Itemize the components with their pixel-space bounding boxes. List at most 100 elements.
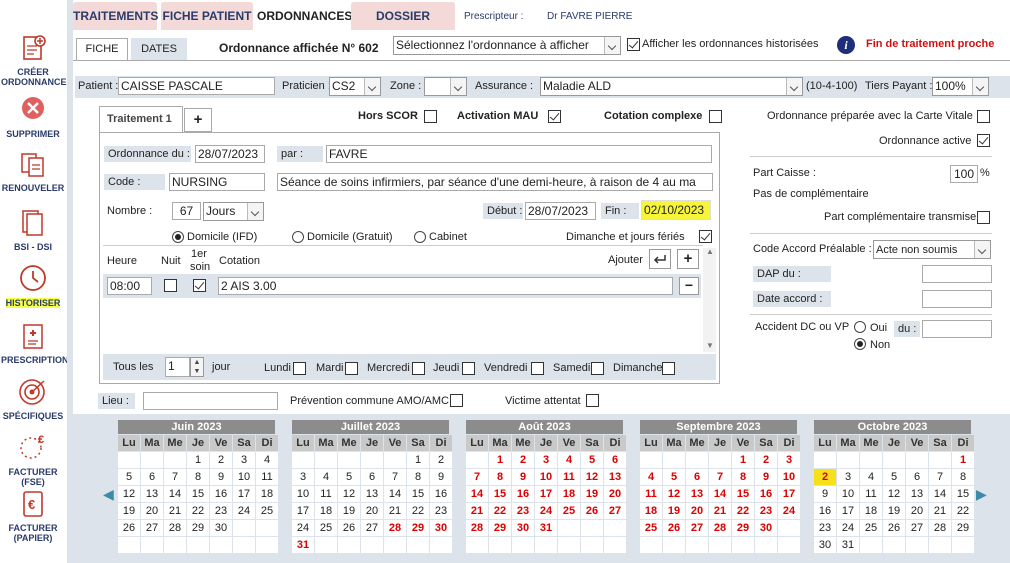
historiser-button[interactable]: HISTORISER	[1, 263, 65, 308]
day-cell[interactable]: 8	[952, 469, 974, 485]
day-cell[interactable]: 10	[292, 486, 314, 502]
day-cell[interactable]: 21	[929, 503, 951, 519]
day-cell[interactable]: 13	[604, 469, 626, 485]
row-heure-field[interactable]: 08:00	[107, 277, 152, 295]
par-field[interactable]: FAVRE	[326, 145, 712, 163]
day-cell[interactable]: 17	[837, 503, 859, 519]
victime-checkbox[interactable]	[586, 394, 599, 407]
activation-mau-checkbox[interactable]	[548, 110, 561, 123]
day-cell[interactable]: 26	[663, 520, 685, 536]
day-cell[interactable]: 30	[755, 520, 777, 536]
day-cell[interactable]: 25	[640, 520, 662, 536]
facturer-fse-button[interactable]: € FACTURER (FSE)	[1, 432, 65, 487]
day-cell[interactable]: 14	[466, 486, 488, 502]
day-cell[interactable]: 23	[210, 503, 232, 519]
remove-row-button[interactable]: −	[679, 277, 699, 295]
day-cell[interactable]: 10	[233, 469, 255, 485]
day-cell[interactable]: 30	[814, 537, 836, 553]
day-cell[interactable]: 11	[558, 469, 580, 485]
day-cell[interactable]: 22	[732, 503, 754, 519]
day-cell[interactable]: 28	[709, 520, 731, 536]
day-cell[interactable]: 16	[755, 486, 777, 502]
day-cell[interactable]: 25	[256, 503, 278, 519]
day-cell[interactable]: 23	[814, 520, 836, 536]
day-cell[interactable]: 25	[315, 520, 337, 536]
day-cell[interactable]: 3	[778, 452, 800, 468]
assurance-select[interactable]: Maladie ALD	[540, 77, 803, 96]
day-cell[interactable]: 31	[292, 537, 314, 553]
date-accord-field[interactable]	[922, 290, 992, 308]
zone-select[interactable]	[424, 77, 467, 96]
day-cell[interactable]: 1	[489, 452, 511, 468]
day-cell[interactable]: 4	[558, 452, 580, 468]
day-cell[interactable]: 14	[384, 486, 406, 502]
tiers-select[interactable]: 100%	[932, 77, 989, 96]
day-cell[interactable]: 27	[361, 520, 383, 536]
day-cell[interactable]: 1	[732, 452, 754, 468]
day-cell[interactable]: 17	[292, 503, 314, 519]
day-checkbox-lundi[interactable]	[293, 362, 306, 375]
accident-du-field[interactable]	[922, 320, 992, 338]
day-cell[interactable]: 15	[489, 486, 511, 502]
day-cell[interactable]: 26	[581, 503, 603, 519]
day-cell[interactable]: 12	[663, 486, 685, 502]
day-cell[interactable]: 6	[361, 469, 383, 485]
day-cell[interactable]: 8	[489, 469, 511, 485]
day-cell[interactable]: 2	[210, 452, 232, 468]
day-cell[interactable]: 7	[929, 469, 951, 485]
prescription-button[interactable]: PRESCRIPTION	[1, 320, 69, 365]
cabinet-radio[interactable]	[414, 231, 426, 243]
day-cell[interactable]: 5	[663, 469, 685, 485]
tab-fiche-patient[interactable]: FICHE PATIENT	[161, 2, 253, 30]
day-cell[interactable]: 7	[164, 469, 186, 485]
tab-ordonnances[interactable]: ORDONNANCES	[257, 2, 352, 30]
renew-button[interactable]: RENOUVELER	[1, 148, 65, 193]
day-cell[interactable]: 22	[952, 503, 974, 519]
day-cell[interactable]: 28	[466, 520, 488, 536]
bsi-dsi-button[interactable]: BSI - DSI	[1, 207, 65, 252]
day-cell[interactable]: 26	[338, 520, 360, 536]
day-cell[interactable]: 7	[384, 469, 406, 485]
subtab-dates[interactable]: DATES	[131, 38, 187, 60]
nombre-field[interactable]: 67	[172, 202, 201, 220]
day-cell[interactable]: 4	[640, 469, 662, 485]
day-checkbox-mardi[interactable]	[345, 362, 358, 375]
day-cell[interactable]: 13	[361, 486, 383, 502]
day-cell[interactable]: 16	[430, 486, 452, 502]
day-cell[interactable]: 20	[604, 486, 626, 502]
day-cell[interactable]: 6	[686, 469, 708, 485]
prevention-checkbox[interactable]	[450, 394, 463, 407]
day-cell[interactable]: 20	[906, 503, 928, 519]
day-cell[interactable]: 3	[535, 452, 557, 468]
day-cell[interactable]: 16	[210, 486, 232, 502]
day-cell[interactable]: 19	[883, 503, 905, 519]
day-cell[interactable]: 4	[860, 469, 882, 485]
day-cell[interactable]: 5	[118, 469, 140, 485]
day-cell[interactable]: 7	[466, 469, 488, 485]
day-cell[interactable]: 1	[952, 452, 974, 468]
day-cell[interactable]: 29	[407, 520, 429, 536]
day-cell[interactable]: 3	[292, 469, 314, 485]
day-cell[interactable]: 27	[686, 520, 708, 536]
delete-button[interactable]: SUPPRIMER	[1, 94, 65, 139]
day-cell[interactable]: 17	[233, 486, 255, 502]
day-cell[interactable]: 31	[837, 537, 859, 553]
day-cell[interactable]: 8	[407, 469, 429, 485]
day-checkbox-mercredi[interactable]	[412, 362, 425, 375]
tab-traitements[interactable]: TRAITEMENTS	[73, 2, 158, 30]
day-cell[interactable]: 14	[164, 486, 186, 502]
day-cell[interactable]: 9	[210, 469, 232, 485]
subtab-fiche[interactable]: FICHE	[76, 38, 128, 60]
day-cell[interactable]: 2	[755, 452, 777, 468]
day-cell[interactable]: 24	[837, 520, 859, 536]
day-cell[interactable]: 15	[732, 486, 754, 502]
row-premier-soin-checkbox[interactable]	[193, 279, 206, 292]
day-cell[interactable]: 18	[640, 503, 662, 519]
day-cell[interactable]: 15	[187, 486, 209, 502]
day-cell[interactable]: 27	[141, 520, 163, 536]
day-cell[interactable]: 28	[164, 520, 186, 536]
day-cell[interactable]: 5	[338, 469, 360, 485]
day-cell[interactable]: 27	[906, 520, 928, 536]
day-cell[interactable]: 17	[778, 486, 800, 502]
day-cell[interactable]: 9	[512, 469, 534, 485]
